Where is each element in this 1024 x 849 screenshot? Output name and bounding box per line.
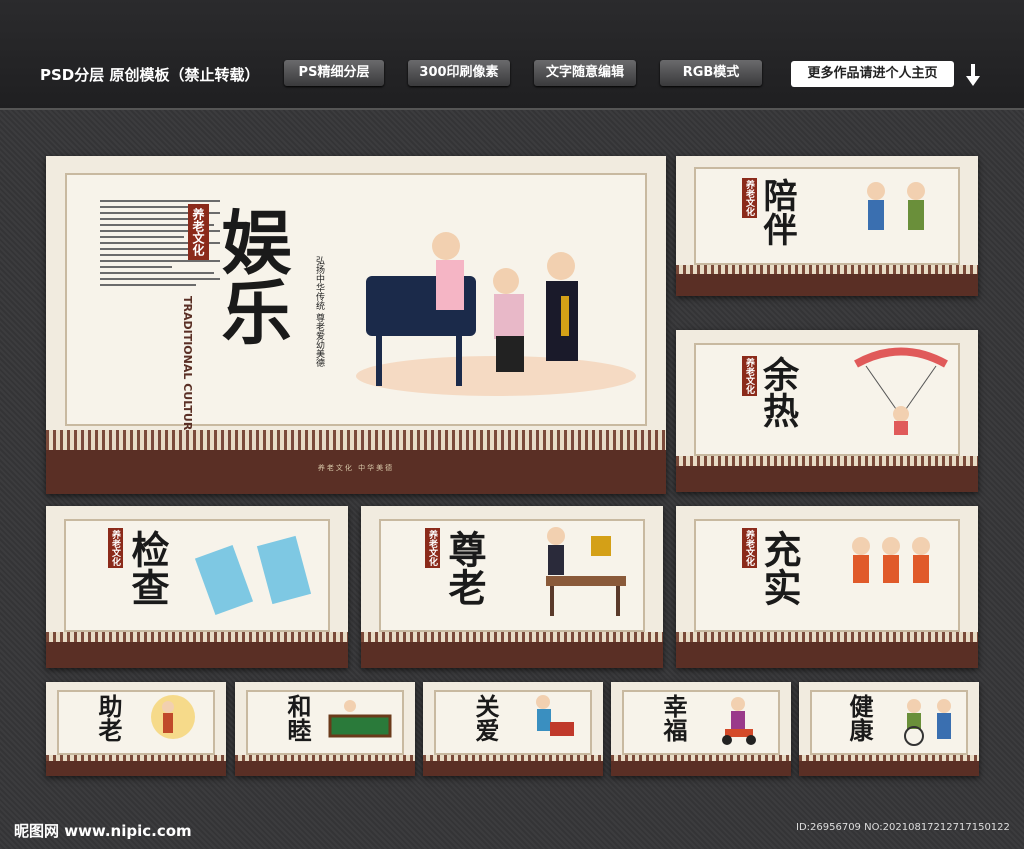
panel-companionship: 养老文化 陪伴 <box>676 156 978 296</box>
badge-rgb: RGB模式 <box>660 60 762 86</box>
site-watermark: 昵图网 www.nipic.com <box>14 822 192 840</box>
badge-editable-text: 文字随意编辑 <box>534 60 636 86</box>
panel-footer <box>46 642 348 668</box>
panel-title: 和睦 <box>283 694 312 742</box>
panel-fulfilling: 养老文化 充实 <box>676 506 978 668</box>
panel-title: 幸福 <box>659 694 688 742</box>
panel-title: 关爱 <box>471 694 500 742</box>
panel-footer <box>611 760 791 776</box>
paraglider-illustration <box>854 347 948 435</box>
top-banner: PSD分层 原创模板（禁止转载） PS精细分层 300印刷像素 文字随意编辑 R… <box>0 0 1024 110</box>
culture-seal: 养老文化 <box>742 356 757 396</box>
badge-ps-layers: PS精细分层 <box>284 60 384 86</box>
main-panel-entertainment: 养老文化 娱乐 TRADITIONAL CULTURE 弘扬中华传统 尊老爱幼美… <box>46 156 666 494</box>
decorative-border <box>676 265 978 274</box>
help-illustration <box>151 695 195 739</box>
template-title: PSD分层 原创模板（禁止转载） <box>40 66 260 84</box>
panel-health: 健康 <box>799 682 979 776</box>
slogan-text: 弘扬中华传统 尊老爱幼美德 <box>314 256 324 367</box>
panel-care: 关爱 <box>423 682 603 776</box>
panel-footer: 养老文化 中华美德 <box>46 450 666 494</box>
jazz-band-illustration <box>356 232 636 396</box>
more-works-button[interactable]: 更多作品请进个人主页 <box>791 61 954 87</box>
panel-warmth: 养老文化 余热 <box>676 330 978 492</box>
panel-footer <box>361 642 663 668</box>
panel-help-elderly: 助老 <box>46 682 226 776</box>
panel-footer <box>423 760 603 776</box>
scooter-illustration <box>722 697 756 745</box>
panel-footer <box>799 760 979 776</box>
panel-footer <box>235 760 415 776</box>
decorative-border <box>46 632 348 643</box>
panel-title: 余热 <box>757 356 799 428</box>
panel-footer <box>676 466 978 492</box>
wheelchair-illustration <box>904 699 951 746</box>
panel-title: 尊老 <box>442 530 487 606</box>
footer-caption: 养老文化 中华美德 <box>317 464 395 473</box>
panel-title: 陪伴 <box>757 178 797 246</box>
panel-footer <box>676 642 978 668</box>
culture-seal: 养老文化 <box>742 528 757 568</box>
decorative-border <box>361 632 663 643</box>
skaters-illustration <box>852 537 930 583</box>
medical-beds-illustration <box>194 535 312 616</box>
culture-seal: 养老文化 <box>742 178 757 218</box>
panel-footer <box>46 760 226 776</box>
panel-footer <box>676 273 978 296</box>
elders-walking-illustration <box>867 182 925 230</box>
billiards-illustration <box>328 700 392 738</box>
arrow-down-icon <box>966 64 980 86</box>
culture-seal: 养老文化 <box>108 528 123 568</box>
main-title: 娱乐 <box>210 206 293 346</box>
panel-respect: 养老文化 尊老 <box>361 506 663 668</box>
culture-seal: 养老文化 <box>425 528 440 568</box>
panel-checkup: 养老文化 检查 <box>46 506 348 668</box>
decorative-border <box>676 632 978 643</box>
panel-harmony: 和睦 <box>235 682 415 776</box>
panel-title: 助老 <box>94 694 123 742</box>
mahjong-table-illustration <box>546 527 626 616</box>
panel-title: 充实 <box>757 530 802 606</box>
panel-title: 检查 <box>125 530 170 606</box>
panel-happiness: 幸福 <box>611 682 791 776</box>
english-subtitle: TRADITIONAL CULTURE <box>181 296 194 438</box>
image-id: ID:26956709 NO:20210817212717150122 <box>796 822 1010 833</box>
badge-300dpi: 300印刷像素 <box>408 60 510 86</box>
panel-title: 健康 <box>845 694 874 742</box>
caregiver-illustration <box>536 695 574 736</box>
culture-seal: 养老文化 <box>188 204 209 260</box>
decorative-border <box>676 456 978 467</box>
decorative-border <box>46 429 666 451</box>
